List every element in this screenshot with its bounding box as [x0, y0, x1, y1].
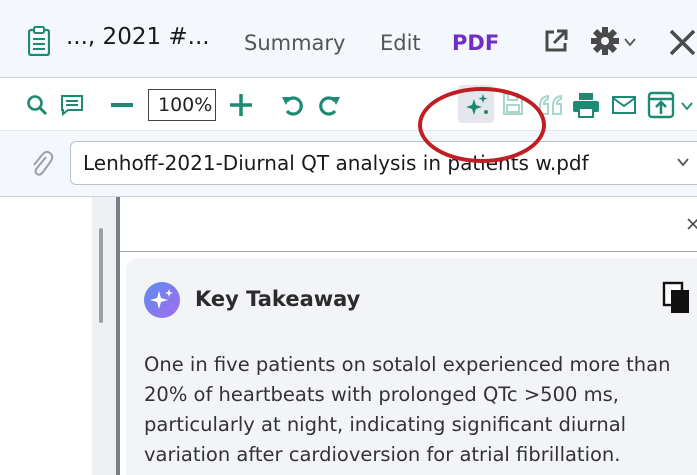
- print-icon[interactable]: [572, 92, 600, 118]
- tab-summary[interactable]: Summary: [244, 31, 345, 55]
- close-icon[interactable]: [668, 28, 697, 57]
- clipboard-icon: [28, 26, 50, 56]
- chevron-down-icon[interactable]: [677, 157, 689, 167]
- paperclip-icon: [33, 150, 54, 176]
- chevron-down-icon[interactable]: [624, 37, 636, 47]
- key-takeaway-text: One in five patients on sotalol experien…: [144, 353, 671, 466]
- zoom-level-field[interactable]: 100%: [148, 89, 216, 121]
- ai-sparkle-icon[interactable]: [463, 91, 491, 119]
- close-icon[interactable]: [686, 215, 697, 231]
- save-icon[interactable]: [502, 92, 524, 116]
- ai-panel-header: [120, 197, 697, 252]
- gear-icon[interactable]: [590, 26, 620, 56]
- attachment-file-select[interactable]: Lenhoff-2021-Diurnal QT analysis in pati…: [70, 141, 697, 185]
- tab-pdf[interactable]: PDF: [452, 31, 499, 55]
- export-icon[interactable]: [647, 91, 675, 119]
- card-title: Key Takeaway: [195, 287, 361, 311]
- mail-icon[interactable]: [612, 95, 636, 115]
- undo-icon[interactable]: [281, 93, 305, 117]
- notes-icon[interactable]: [60, 94, 84, 116]
- pdf-toolbar: 100%: [0, 78, 697, 131]
- open-external-icon[interactable]: [543, 28, 569, 54]
- copy-icon[interactable]: [662, 281, 692, 315]
- title-bar: ..., 2021 #... Summary Edit PDF: [0, 0, 697, 78]
- quote-icon[interactable]: [537, 94, 565, 116]
- chevron-down-icon[interactable]: [681, 101, 693, 111]
- pdf-viewer-app: ..., 2021 #... Summary Edit PDF 100% Len…: [0, 0, 697, 475]
- redo-icon[interactable]: [317, 93, 341, 117]
- ai-sparkle-icon: [144, 282, 180, 318]
- page-gutter: [92, 197, 116, 475]
- attachment-bar: Lenhoff-2021-Diurnal QT analysis in pati…: [0, 131, 697, 197]
- search-icon[interactable]: [26, 94, 48, 116]
- zoom-in-icon[interactable]: [228, 92, 254, 118]
- zoom-out-icon[interactable]: [111, 103, 133, 107]
- tab-edit[interactable]: Edit: [380, 31, 421, 55]
- scrollbar-thumb[interactable]: [99, 228, 103, 323]
- document-title[interactable]: ..., 2021 #...: [66, 24, 210, 50]
